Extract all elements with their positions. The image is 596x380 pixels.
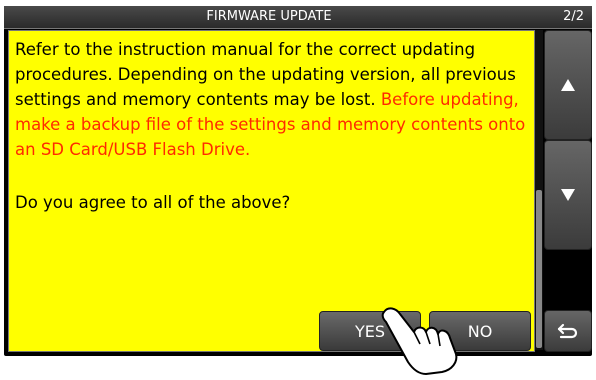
title-bar: FIRMWARE UPDATE 2/2 xyxy=(4,6,592,29)
confirm-question: Do you agree to all of the above? xyxy=(15,193,291,212)
no-label: NO xyxy=(467,321,493,341)
scrollbar-thumb[interactable] xyxy=(536,190,542,348)
page-title: FIRMWARE UPDATE xyxy=(206,9,332,24)
message-text: Refer to the instruction manual for the … xyxy=(15,37,530,162)
back-button[interactable] xyxy=(544,310,592,352)
pointing-hand-icon xyxy=(381,307,458,375)
scroll-down-button[interactable] xyxy=(544,140,592,250)
page-number: 2/2 xyxy=(563,9,584,24)
return-icon xyxy=(557,323,578,339)
down-arrow-icon xyxy=(561,189,575,201)
up-arrow-icon xyxy=(561,79,575,91)
scroll-up-button[interactable] xyxy=(544,30,592,140)
scrollbar[interactable] xyxy=(535,30,543,350)
